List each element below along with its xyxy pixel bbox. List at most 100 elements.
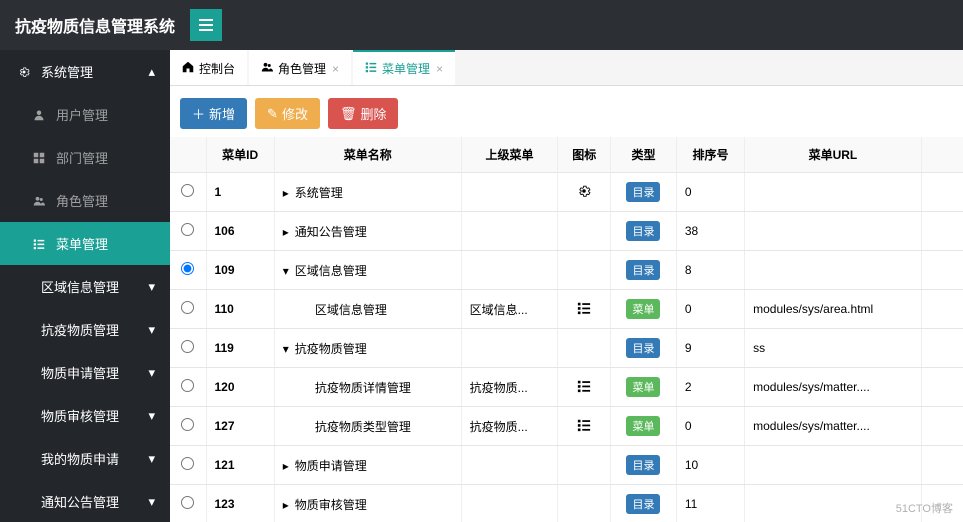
sidebar-item-6[interactable]: 抗疫物质管理▾ [0,308,170,351]
cell-order: 11 [676,485,744,522]
cell-url [745,446,922,485]
row-radio[interactable] [181,340,194,353]
cell-url [745,251,922,290]
pencil-icon: ✎ [267,106,278,122]
cell-type: 目录 [611,173,677,212]
cell-icon [558,407,611,446]
cell-name[interactable]: ▸物质申请管理 [274,446,461,485]
cell-name[interactable]: 区域信息管理 [274,290,461,329]
cell-icon [558,446,611,485]
cell-url [745,485,922,522]
sidebar-item-0[interactable]: 系统管理▴ [0,50,170,93]
gear-icon [15,66,33,78]
cell-perm [921,446,963,485]
cell-parent: 抗疫物质... [461,407,558,446]
cell-name[interactable]: 抗疫物质详情管理 [274,368,461,407]
cell-order: 10 [676,446,744,485]
tree-caret-icon: ▸ [283,498,293,512]
row-radio[interactable] [181,457,194,470]
type-badge: 目录 [626,182,660,202]
delete-button[interactable]: 🗑删除 [328,98,399,129]
sidebar-item-label: 物质审核管理 [41,406,119,425]
cell-name[interactable]: ▾区域信息管理 [274,251,461,290]
tab-label: 控制台 [199,60,235,77]
table-row: 1▸系统管理目录0 [170,173,963,212]
caret-down-icon: ▾ [148,365,155,381]
menu-toggle-button[interactable] [190,9,222,41]
cell-name[interactable]: ▾抗疫物质管理 [274,329,461,368]
cell-icon [558,212,611,251]
row-radio[interactable] [181,184,194,197]
type-badge: 菜单 [626,416,660,436]
cell-parent [461,446,558,485]
cell-type: 目录 [611,446,677,485]
list-icon [577,382,591,396]
users-icon [30,195,48,207]
row-radio[interactable] [181,262,194,275]
sidebar-item-9[interactable]: 我的物质申请▾ [0,437,170,480]
cell-name[interactable]: 抗疫物质类型管理 [274,407,461,446]
tree-caret-icon: ▸ [283,186,293,200]
cell-perm [921,251,963,290]
col-type: 类型 [611,137,677,173]
col-parent: 上级菜单 [461,137,558,173]
cell-icon [558,173,611,212]
cell-id: 119 [206,329,274,368]
row-radio[interactable] [181,301,194,314]
sidebar-item-3[interactable]: 角色管理 [0,179,170,222]
add-button[interactable]: ＋新增 [180,98,247,129]
sidebar-item-label: 用户管理 [56,105,108,124]
tab-0[interactable]: 控制台 [170,50,247,85]
cell-name[interactable]: ▸物质审核管理 [274,485,461,522]
sidebar-item-label: 区域信息管理 [41,277,119,296]
cell-type: 目录 [611,251,677,290]
cell-id: 121 [206,446,274,485]
cell-perm [921,329,963,368]
tab-bar: 控制台角色管理×菜单管理× [170,50,963,86]
cell-id: 127 [206,407,274,446]
home-icon [182,61,194,76]
type-badge: 目录 [626,338,660,358]
cell-name[interactable]: ▸系统管理 [274,173,461,212]
row-radio[interactable] [181,418,194,431]
type-badge: 目录 [626,455,660,475]
sidebar-item-8[interactable]: 物质审核管理▾ [0,394,170,437]
tab-1[interactable]: 角色管理× [249,50,351,85]
tab-2[interactable]: 菜单管理× [353,50,455,85]
gear-icon [577,187,591,201]
sidebar-item-2[interactable]: 部门管理 [0,136,170,179]
row-radio[interactable] [181,496,194,509]
cell-parent [461,329,558,368]
sidebar-item-5[interactable]: 区域信息管理▾ [0,265,170,308]
row-radio[interactable] [181,223,194,236]
sidebar-item-label: 我的物质申请 [41,449,119,468]
cell-icon [558,251,611,290]
sidebar-item-4[interactable]: 菜单管理 [0,222,170,265]
edit-button[interactable]: ✎修改 [255,98,320,129]
cell-type: 目录 [611,485,677,522]
cell-perm [921,290,963,329]
cell-order: 9 [676,329,744,368]
cell-icon [558,290,611,329]
menu-table: 菜单ID 菜单名称 上级菜单 图标 类型 排序号 菜单URL 1▸系统管理目录0… [170,137,963,522]
sidebar-item-label: 物质申请管理 [41,363,119,382]
cell-order: 2 [676,368,744,407]
row-radio[interactable] [181,379,194,392]
cell-perm [921,212,963,251]
type-badge: 目录 [626,494,660,514]
sidebar-item-1[interactable]: 用户管理 [0,93,170,136]
sidebar-item-10[interactable]: 通知公告管理▾ [0,480,170,522]
table-row: 121▸物质申请管理 目录 10 [170,446,963,485]
cell-perm [921,407,963,446]
close-icon[interactable]: × [436,62,443,76]
cell-name[interactable]: ▸通知公告管理 [274,212,461,251]
table-container: 菜单ID 菜单名称 上级菜单 图标 类型 排序号 菜单URL 1▸系统管理目录0… [170,137,963,522]
cell-perm [921,173,963,212]
tree-caret-icon: ▸ [283,225,293,239]
sidebar-item-7[interactable]: 物质申请管理 ▾ [0,351,170,394]
cell-order: 0 [676,290,744,329]
grid-icon [30,152,48,164]
cell-icon [558,329,611,368]
close-icon[interactable]: × [332,62,339,76]
cell-order: 38 [676,212,744,251]
